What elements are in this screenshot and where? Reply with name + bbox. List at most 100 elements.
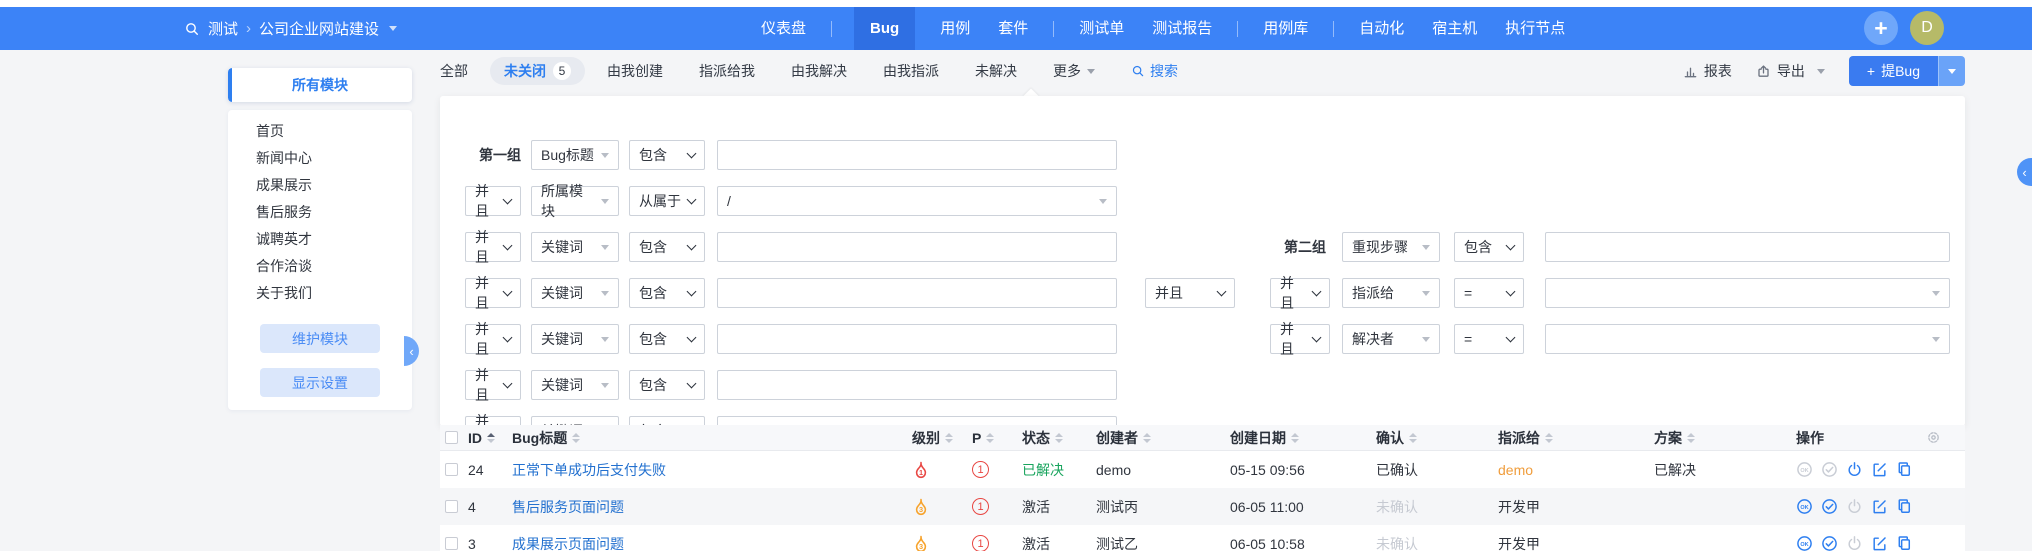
filter-value-input[interactable] — [717, 324, 1117, 354]
filter-value-select[interactable]: / — [717, 186, 1117, 216]
sidebar-collapse-handle[interactable]: ‹ — [404, 336, 419, 366]
filter-join-select[interactable]: 并且 — [1270, 278, 1330, 308]
column-header-方案[interactable]: 方案 — [1652, 428, 1794, 448]
sidebar-module-item[interactable]: 首页 — [228, 118, 412, 145]
tab-由我解决[interactable]: 由我解决 — [777, 57, 861, 85]
nav-item-用例库[interactable]: 用例库 — [1260, 7, 1311, 50]
sidebar-module-item[interactable]: 关于我们 — [228, 280, 412, 307]
filter-field-select[interactable]: 指派给 — [1342, 278, 1440, 308]
filter-operator-select[interactable]: 包含 — [629, 232, 705, 262]
select-all-checkbox[interactable] — [445, 431, 458, 444]
copy-icon[interactable] — [1896, 498, 1913, 515]
column-header-状态[interactable]: 状态 — [1020, 428, 1094, 448]
report-button[interactable]: 报表 — [1683, 61, 1732, 81]
breadcrumb-product[interactable]: 公司企业网站建设 — [259, 18, 379, 39]
filter-field-select[interactable]: 关键词 — [531, 370, 619, 400]
maintain-modules-button[interactable]: 维护模块 — [260, 324, 380, 353]
nav-item-套件[interactable]: 套件 — [995, 7, 1031, 50]
close-icon[interactable] — [1846, 461, 1863, 478]
all-modules-header[interactable]: 所有模块 — [228, 68, 412, 102]
display-settings-button[interactable]: 显示设置 — [260, 368, 380, 397]
column-header-ID[interactable]: ID — [466, 430, 510, 446]
edit-icon[interactable] — [1871, 461, 1888, 478]
filter-operator-select[interactable]: 包含 — [629, 370, 705, 400]
filter-field-select[interactable]: Bug标题 — [531, 140, 619, 170]
filter-join-select[interactable]: 并且 — [1270, 324, 1330, 354]
filter-join-select[interactable]: 并且 — [465, 324, 521, 354]
column-header-创建者[interactable]: 创建者 — [1094, 428, 1228, 448]
tab-由我创建[interactable]: 由我创建 — [593, 57, 677, 85]
create-bug-dropdown[interactable] — [1938, 56, 1965, 86]
column-header-级别[interactable]: 级别 — [910, 428, 970, 448]
copy-icon[interactable] — [1896, 461, 1913, 478]
edit-icon[interactable] — [1871, 498, 1888, 515]
nav-item-用例[interactable]: 用例 — [937, 7, 973, 50]
nav-item-自动化[interactable]: 自动化 — [1356, 7, 1407, 50]
filter-value-input[interactable] — [717, 278, 1117, 308]
row-checkbox[interactable] — [445, 463, 458, 476]
filter-operator-select[interactable]: = — [1454, 324, 1524, 354]
filter-operator-select[interactable]: 包含 — [629, 324, 705, 354]
tab-未关闭[interactable]: 未关闭5 — [490, 57, 585, 85]
edit-icon[interactable] — [1871, 535, 1888, 551]
filter-value-input[interactable] — [717, 140, 1117, 170]
nav-item-仪表盘[interactable]: 仪表盘 — [758, 7, 809, 50]
filter-value-input[interactable] — [1545, 232, 1950, 262]
resolve-icon[interactable] — [1821, 498, 1838, 515]
column-header-确认[interactable]: 确认 — [1374, 428, 1496, 448]
sidebar-module-item[interactable]: 成果展示 — [228, 172, 412, 199]
filter-field-select[interactable]: 关键词 — [531, 232, 619, 262]
filter-value-select[interactable] — [1545, 278, 1950, 308]
column-header-创建日期[interactable]: 创建日期 — [1228, 428, 1374, 448]
sidebar-module-item[interactable]: 售后服务 — [228, 199, 412, 226]
filter-join-select[interactable]: 并且 — [465, 186, 521, 216]
sidebar-module-item[interactable]: 新闻中心 — [228, 145, 412, 172]
column-header-指派给[interactable]: 指派给 — [1496, 428, 1652, 448]
filter-operator-select[interactable]: 包含 — [629, 278, 705, 308]
tab-指派给我[interactable]: 指派给我 — [685, 57, 769, 85]
resolve-icon[interactable] — [1821, 535, 1838, 551]
filter-operator-select[interactable]: 包含 — [629, 140, 705, 170]
filter-operator-select[interactable]: 从属于 — [629, 186, 705, 216]
export-button[interactable]: 导出 — [1756, 61, 1825, 81]
row-checkbox[interactable] — [445, 500, 458, 513]
tab-全部[interactable]: 全部 — [426, 57, 482, 85]
filter-group-join-select[interactable]: 并且 — [1145, 278, 1235, 308]
create-bug-main[interactable]: + 提Bug — [1849, 56, 1938, 86]
sidebar-module-item[interactable]: 诚聘英才 — [228, 226, 412, 253]
filter-value-input[interactable] — [717, 232, 1117, 262]
nav-item-测试单[interactable]: 测试单 — [1076, 7, 1127, 50]
nav-item-Bug[interactable]: Bug — [854, 7, 915, 50]
breadcrumb-scope[interactable]: 测试 — [208, 18, 238, 39]
filter-field-select[interactable]: 关键词 — [531, 278, 619, 308]
filter-join-select[interactable]: 并且 — [465, 232, 521, 262]
column-header-Bug标题[interactable]: Bug标题 — [510, 428, 910, 448]
bug-title-link[interactable]: 正常下单成功后支付失败 — [512, 460, 666, 480]
filter-value-select[interactable] — [1545, 324, 1950, 354]
filter-operator-select[interactable]: = — [1454, 278, 1524, 308]
copy-icon[interactable] — [1896, 535, 1913, 551]
nav-item-宿主机[interactable]: 宿主机 — [1429, 7, 1480, 50]
filter-field-select[interactable]: 重现步骤 — [1342, 232, 1440, 262]
breadcrumb[interactable]: 测试 › 公司企业网站建设 — [184, 7, 397, 50]
sidebar-module-item[interactable]: 合作洽谈 — [228, 253, 412, 280]
bug-title-link[interactable]: 售后服务页面问题 — [512, 497, 624, 517]
user-avatar[interactable]: D — [1910, 11, 1944, 45]
filter-operator-select[interactable]: 包含 — [1454, 232, 1524, 262]
row-checkbox[interactable] — [445, 537, 458, 550]
nav-item-测试报告[interactable]: 测试报告 — [1149, 7, 1215, 50]
filter-field-select[interactable]: 关键词 — [531, 324, 619, 354]
tab-更多[interactable]: 更多 — [1039, 57, 1109, 85]
filter-field-select[interactable]: 所属模块 — [531, 186, 619, 216]
tab-搜索[interactable]: 搜索 — [1117, 57, 1192, 85]
filter-join-select[interactable]: 并且 — [465, 278, 521, 308]
right-panel-handle[interactable]: ‹ — [2017, 158, 2032, 186]
filter-join-select[interactable]: 并且 — [465, 370, 521, 400]
confirm-icon[interactable]: OK — [1796, 535, 1813, 551]
nav-item-执行节点[interactable]: 执行节点 — [1502, 7, 1568, 50]
tab-由我指派[interactable]: 由我指派 — [869, 57, 953, 85]
bug-title-link[interactable]: 成果展示页面问题 — [512, 534, 624, 551]
column-settings-gear-icon[interactable] — [1926, 430, 1941, 445]
filter-field-select[interactable]: 解决者 — [1342, 324, 1440, 354]
filter-value-input[interactable] — [717, 370, 1117, 400]
